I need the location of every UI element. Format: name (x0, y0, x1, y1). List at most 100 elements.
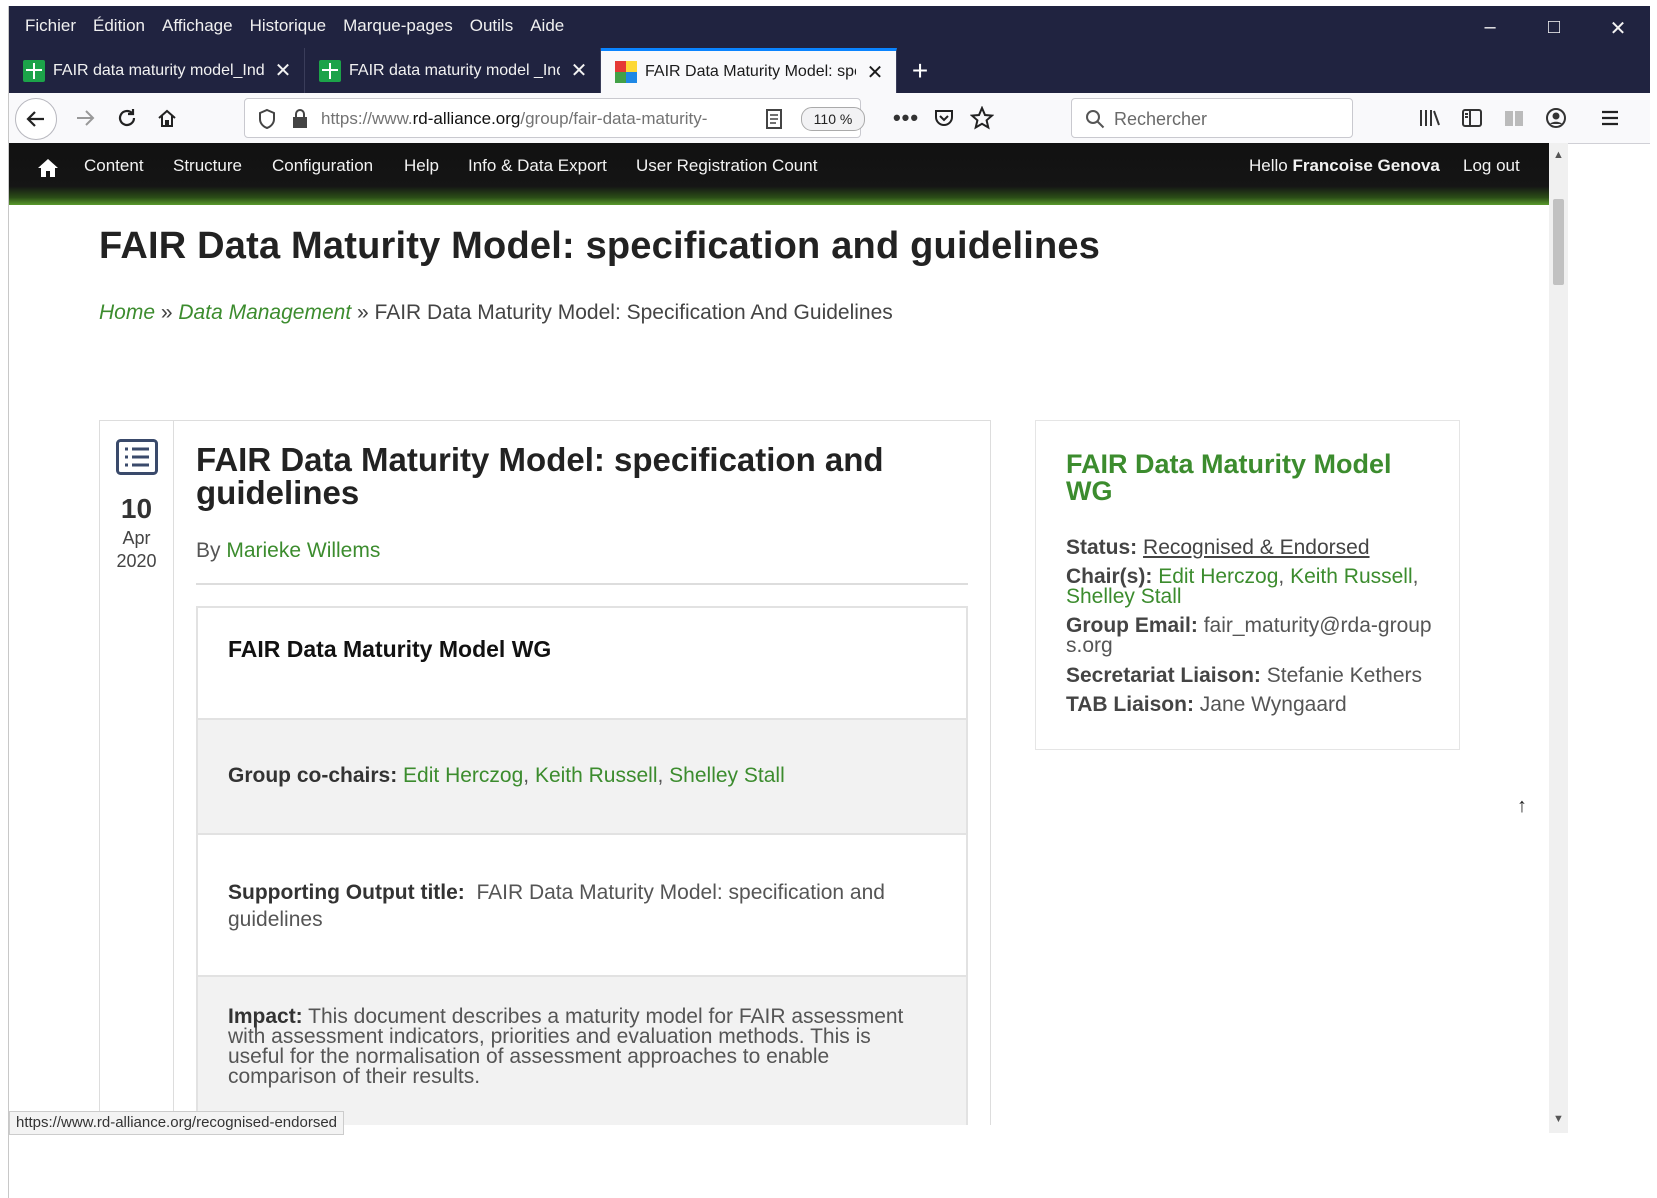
minimize-button[interactable]: – (1458, 16, 1522, 41)
breadcrumb-separator: » (155, 301, 179, 324)
reader-mode-button[interactable] (1497, 98, 1531, 138)
menu-fichier[interactable]: Fichier (17, 12, 85, 40)
menu-aide[interactable]: Aide (522, 12, 573, 40)
url-domain: rd-alliance.org (412, 109, 521, 128)
star-icon (970, 106, 994, 130)
author-link[interactable]: Marieke Willems (226, 539, 380, 562)
breadcrumb-home[interactable]: Home (99, 301, 155, 324)
admin-nav-info-data-export[interactable]: Info & Data Export (468, 156, 607, 176)
admin-nav-configuration[interactable]: Configuration (272, 156, 373, 176)
output-title-line: Supporting Output title: FAIR Data Matur… (228, 879, 928, 933)
new-tab-button[interactable]: + (897, 48, 943, 93)
status-url-bar: https://www.rd-alliance.org/recognised-e… (9, 1111, 344, 1135)
search-placeholder: Rechercher (1114, 109, 1208, 129)
zoom-level-button[interactable]: 110 % (801, 107, 865, 131)
title-bar: Fichier Édition Affichage Historique Mar… (9, 6, 1650, 93)
email-row: Group Email: fair_maturity@rda-groups.or… (1066, 615, 1446, 656)
tab-spreadsheet-2[interactable]: FAIR data maturity model _Indi ✕ (305, 48, 601, 93)
menu-historique[interactable]: Historique (242, 12, 336, 40)
home-icon[interactable] (37, 158, 59, 178)
account-icon (1546, 108, 1566, 128)
secretariat-label: Secretariat Liaison: (1066, 664, 1261, 687)
tab-label: FAIR data maturity model _Indi (349, 61, 560, 79)
search-icon (1086, 110, 1105, 129)
divider (196, 583, 968, 585)
maximize-button[interactable]: □ (1522, 16, 1586, 41)
cochair-link[interactable]: Keith Russell (535, 764, 658, 787)
menu-affichage[interactable]: Affichage (154, 12, 242, 40)
back-button[interactable] (15, 98, 57, 140)
search-input[interactable]: Rechercher (1071, 98, 1353, 138)
user-greeting[interactable]: Hello Francoise Genova (1249, 156, 1440, 176)
close-tab-icon[interactable]: ✕ (864, 60, 886, 85)
url-text[interactable]: https://www.rd-alliance.org/group/fair-d… (321, 109, 751, 129)
status-link[interactable]: Recognised & Endorsed (1143, 536, 1369, 559)
lock-icon[interactable] (291, 108, 309, 130)
pocket-button[interactable] (927, 98, 961, 138)
tab-strip: FAIR data maturity model_Indic ✕ FAIR da… (9, 48, 943, 93)
bookmark-star-button[interactable] (965, 98, 999, 138)
scroll-thumb[interactable] (1553, 199, 1564, 285)
sidebar-title[interactable]: FAIR Data Maturity Model WG (1066, 451, 1436, 505)
menu-outils[interactable]: Outils (462, 12, 522, 40)
url-prefix: https://www. (321, 109, 413, 128)
date-year: 2020 (116, 551, 157, 571)
breadcrumb-separator: » (351, 301, 375, 324)
output-title-label: Supporting Output title: (228, 881, 465, 904)
date-day: 10 (120, 493, 153, 524)
tab-spreadsheet-1[interactable]: FAIR data maturity model_Indic ✕ (9, 48, 305, 93)
cochair-link[interactable]: Shelley Stall (669, 764, 785, 787)
shield-icon[interactable] (257, 108, 277, 130)
chairs-row: Chair(s): Edit Herczog, Keith Russell, S… (1066, 565, 1419, 608)
impact-line: Impact: This document describes a maturi… (228, 1006, 928, 1087)
chair-link[interactable]: Keith Russell (1290, 565, 1413, 588)
hamburger-menu-button[interactable] (1593, 98, 1627, 138)
back-to-top-button[interactable]: ↑ (1517, 795, 1527, 818)
breadcrumb-data-management[interactable]: Data Management (178, 301, 351, 324)
admin-nav-user-registration-count[interactable]: User Registration Count (636, 156, 817, 176)
admin-nav-content[interactable]: Content (84, 156, 144, 176)
admin-nav-structure[interactable]: Structure (173, 156, 242, 176)
sidebar-toggle-button[interactable] (1455, 98, 1489, 138)
status-row: Status: Recognised & Endorsed (1066, 536, 1446, 559)
greeting-prefix: Hello (1249, 156, 1293, 175)
more-dots-icon: ••• (892, 105, 920, 130)
hamburger-icon (1602, 110, 1618, 126)
cochairs-label: Group co-chairs: (228, 764, 398, 787)
scroll-up-icon[interactable]: ▲ (1553, 149, 1564, 161)
home-button[interactable] (149, 98, 185, 138)
article-byline: By Marieke Willems (196, 539, 380, 563)
cochair-link[interactable]: Edit Herczog (403, 764, 523, 787)
reader-view-icon[interactable] (765, 108, 783, 130)
scroll-down-icon[interactable]: ▼ (1553, 1113, 1564, 1125)
admin-nav-help[interactable]: Help (404, 156, 439, 176)
close-window-button[interactable]: ✕ (1586, 16, 1650, 41)
menu-edition[interactable]: Édition (85, 12, 154, 40)
navigation-toolbar: https://www.rd-alliance.org/group/fair-d… (9, 93, 1650, 144)
admin-toolbar: Content Structure Configuration Help Inf… (9, 143, 1549, 205)
close-tab-icon[interactable]: ✕ (272, 58, 294, 83)
tab-fair-maturity-active[interactable]: FAIR Data Maturity Model: spec ✕ (601, 48, 897, 93)
page-actions-button[interactable]: ••• (889, 98, 923, 138)
logout-link[interactable]: Log out (1463, 156, 1520, 176)
pocket-icon (935, 110, 953, 126)
close-tab-icon[interactable]: ✕ (568, 58, 590, 83)
tab-label: FAIR data maturity model_Indic (53, 61, 264, 79)
forward-button[interactable] (67, 98, 103, 138)
user-name: Francoise Genova (1292, 156, 1440, 175)
window-controls: – □ ✕ (1458, 16, 1650, 41)
cochairs-line: Group co-chairs: Edit Herczog, Keith Rus… (228, 764, 785, 787)
reload-button[interactable] (109, 98, 145, 138)
arrow-left-icon (26, 111, 44, 127)
url-bar[interactable]: https://www.rd-alliance.org/group/fair-d… (244, 98, 865, 138)
output-title-box: Supporting Output title: FAIR Data Matur… (196, 833, 968, 977)
secretariat-row: Secretariat Liaison: Stefanie Kethers (1066, 664, 1446, 687)
menu-marque-pages[interactable]: Marque-pages (335, 12, 462, 40)
library-icon (1420, 110, 1440, 126)
page-scrollbar[interactable]: ▲ ▼ (1549, 143, 1568, 1133)
by-label: By (196, 539, 227, 562)
group-info-sidebar: FAIR Data Maturity Model WG Status: Reco… (1035, 420, 1460, 750)
account-button[interactable] (1539, 98, 1573, 138)
library-button[interactable] (1413, 98, 1447, 138)
chair-link[interactable]: Shelley Stall (1066, 585, 1182, 608)
